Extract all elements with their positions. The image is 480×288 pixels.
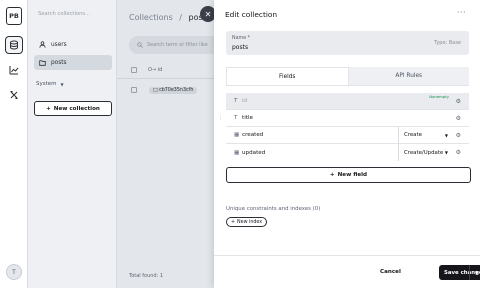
avatar[interactable]: T [6,264,22,280]
records-view: Collections / posts Search term or filte… [117,0,229,288]
field-row-created[interactable]: ▦ created Create ▼ ⚙ [226,126,469,144]
field-name: created [242,132,264,138]
field-row-id[interactable]: T id Nonempty ⚙ [226,93,469,110]
column-id-header[interactable]: O→ id [148,67,162,73]
collection-name-field[interactable]: Name * posts Type: Base [226,31,469,55]
field-name: id [242,98,248,104]
record-id: cb70e35n3cfh [159,87,194,93]
new-field-button[interactable]: + New field [226,167,471,183]
column-label: id [157,66,163,73]
drag-handle-icon[interactable]: ⋮ [218,115,223,121]
chevron-down-icon: ▼ [60,81,64,87]
button-label: New collection [53,105,100,112]
name-label: Name * [232,36,251,41]
record-id-badge[interactable]: □ cb70e35n3cfh [149,86,198,94]
panel-title: Edit collection [225,10,278,19]
breadcrumb-root[interactable]: Collections [129,13,173,22]
calendar-icon: ▦ [234,149,240,156]
plus-icon: + [46,105,51,112]
chevron-down-icon: ▼ [444,150,448,155]
autodate-select[interactable]: Create ▼ [398,126,454,144]
logo[interactable]: PB [6,7,22,25]
collections-sidebar: Search collections... users posts System… [28,0,117,288]
more-options-icon[interactable]: ··· [457,8,466,17]
settings-tools-icon[interactable] [5,86,23,104]
new-index-button[interactable]: + New index [226,217,268,227]
nonempty-badge: Nonempty [429,94,449,99]
name-value: posts [232,44,249,51]
row-checkbox[interactable] [131,87,137,93]
table-row[interactable]: □ cb70e35n3cfh [117,80,217,100]
autodate-select[interactable]: Create/Update ▼ [398,144,454,161]
field-name: title [242,115,253,121]
text-type-icon: T [234,115,238,121]
gear-icon[interactable]: ⚙ [456,115,461,122]
collections-icon[interactable] [5,36,23,54]
select-all-checkbox[interactable] [131,66,137,73]
sidebar-item-posts[interactable]: posts [34,55,112,70]
breadcrumb: Collections / posts [129,13,210,22]
calendar-icon: ▦ [234,132,240,138]
field-name: updated [242,149,266,156]
fields-list: T id Nonempty ⚙ ⋮ T title ⚙ ▦ created Cr… [218,93,469,161]
plus-icon: + [329,172,335,178]
edit-collection-panel: Edit collection ··· Name * posts Type: B… [214,0,480,288]
users-icon [39,41,46,48]
sidebar-item-label: users [51,41,67,48]
tab-api-rules[interactable]: API Rules [349,67,470,85]
sidebar-item-users[interactable]: users [34,37,112,52]
chevron-down-icon: ▼ [444,132,448,138]
plus-icon: + [231,219,236,225]
id-field-icon: O→ [148,66,158,73]
gear-icon[interactable]: ⚙ [456,98,461,105]
sidebar-item-label: posts [51,59,67,66]
unique-constraints-label: Unique constraints and indexes (0) [226,206,321,212]
button-label: New field [337,172,368,178]
section-label: System [36,81,57,87]
icon-rail: PB T [0,0,28,288]
close-icon: ✕ [204,9,212,19]
panel-tabs: Fields API Rules [226,67,469,86]
table-header: O→ id [117,61,217,79]
text-type-icon: T [234,98,238,104]
search-icon [137,42,143,48]
button-label: New index [237,219,263,225]
gear-icon[interactable]: ⚙ [456,149,461,156]
logs-chart-icon[interactable] [5,61,23,79]
gear-icon[interactable]: ⚙ [456,132,461,139]
folder-icon [39,60,46,66]
panel-footer: Cancel Save changes ▼ [214,255,480,288]
tab-fields[interactable]: Fields [226,67,349,85]
collections-search-input[interactable]: Search collections... [38,11,90,17]
select-value: Create [404,132,422,138]
search-placeholder: Search term or filter like [147,42,208,48]
field-row-updated[interactable]: ▦ updated Create/Update ▼ ⚙ [226,144,469,161]
field-row-title[interactable]: ⋮ T title ⚙ [218,110,469,127]
breadcrumb-separator: / [179,13,182,22]
select-value: Create/Update [404,149,444,156]
chevron-down-icon[interactable]: ▼ [469,265,480,280]
new-collection-button[interactable]: + New collection [34,101,112,116]
collection-type-select[interactable]: Type: Base [434,40,461,46]
cancel-button[interactable]: Cancel [380,269,401,275]
total-found: Total found: 1 [129,273,164,279]
system-section-toggle[interactable]: System ▼ [36,81,64,87]
